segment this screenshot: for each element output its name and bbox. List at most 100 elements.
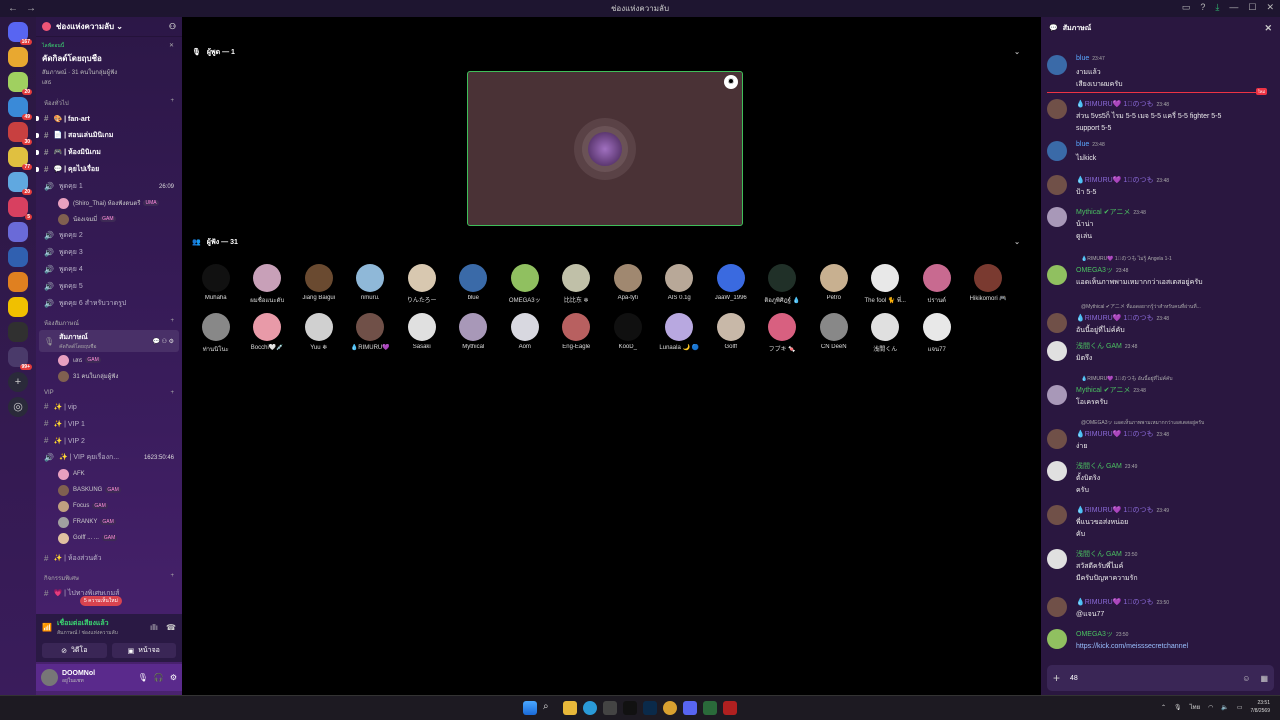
server-icon[interactable]: 49: [8, 97, 32, 120]
audience-member[interactable]: KooD_: [602, 309, 654, 358]
server-icon[interactable]: [8, 247, 28, 267]
audience-member[interactable]: 💧RIMURU💜: [345, 309, 397, 358]
settings-gear-icon[interactable]: ⚙: [170, 673, 177, 682]
message-author[interactable]: Mythical ✔アニメ: [1076, 387, 1130, 394]
audience-member[interactable]: ท่านนิโนะ: [190, 309, 242, 358]
avatar[interactable]: [41, 669, 58, 686]
avatar[interactable]: [1047, 141, 1067, 161]
audience-member[interactable]: blue: [448, 260, 500, 309]
voice-user[interactable]: Focus GAM: [36, 498, 182, 514]
audience-member[interactable]: Bocchi🤍💉: [242, 309, 294, 358]
windows-start-icon[interactable]: [523, 701, 537, 715]
message-author[interactable]: blue: [1076, 141, 1089, 148]
maximize-icon[interactable]: ☐: [1248, 2, 1256, 13]
composer-input[interactable]: 48: [1070, 675, 1078, 682]
voice-user[interactable]: น้องเจมมี่ GAM: [36, 211, 182, 227]
audience-member[interactable]: แจน77: [911, 309, 963, 358]
message-author[interactable]: Mythical ✔アニメ: [1076, 209, 1130, 216]
audience-member[interactable]: Golff: [705, 309, 757, 358]
audience-member[interactable]: 比比东 ❄: [551, 260, 603, 309]
server-icon[interactable]: 30: [8, 122, 32, 145]
app-icon[interactable]: [703, 701, 717, 715]
wifi-icon[interactable]: ◠: [1208, 704, 1213, 711]
audience-member[interactable]: ติอภูพิศิฎฐ์ 💧: [757, 260, 809, 309]
audience-member[interactable]: Mythical: [448, 309, 500, 358]
reply-preview[interactable]: @Mythical ✔アニメ ที่แอดอยากรู้ว่าสำหรับคนท…: [1081, 303, 1201, 311]
chat-message[interactable]: 浅間くん GAM 23:48 มิตรึง: [1047, 341, 1275, 365]
text-channel[interactable]: # 📄 | สอนเล่นมินิเกม: [36, 127, 182, 144]
audience-member[interactable]: AIS 0.1g: [654, 260, 706, 309]
minimize-icon[interactable]: —: [1229, 2, 1238, 13]
chat-message[interactable]: OMEGA3ッ 23:50 https://kick.com/meisssecret…: [1047, 629, 1275, 653]
chat-message[interactable]: blue 23:47 งามแล้ว เสียงเบาผมครับ: [1047, 55, 1275, 91]
server-icon[interactable]: [8, 272, 28, 292]
text-channel[interactable]: # 🎨 | fan-art: [36, 110, 182, 127]
search-icon[interactable]: ⌕: [543, 701, 557, 715]
audience-member[interactable]: ผมชื่อแนะดับ: [242, 260, 294, 309]
chat-message[interactable]: @OMEGA3ッ แอดเห็นภาพพามเหมากกว่าเอสเตสอยู…: [1047, 420, 1275, 453]
store-icon[interactable]: [603, 701, 617, 715]
add-member-icon[interactable]: ⚇: [169, 22, 176, 31]
text-channel[interactable]: # 🎮 | ห้องมินิเกม: [36, 144, 182, 161]
reply-preview[interactable]: 💧RIMURU💜 1⃣のつも อันนี้อยู่ที่ไม่ค์คับ: [1081, 375, 1173, 383]
message-author[interactable]: 浅間くん GAM: [1076, 551, 1122, 558]
chat-message[interactable]: @Mythical ✔アニメ ที่แอดอยากรู้ว่าสำหรับคนท…: [1047, 304, 1275, 337]
chat-message[interactable]: 浅間くん GAM 23:50 สวัสดีครับพี่ไมค์ มีครับปัญห…: [1047, 549, 1275, 585]
audience-member[interactable]: CN DeeN: [808, 309, 860, 358]
vip-channel[interactable]: # ✨ | VIP 2: [36, 432, 182, 449]
audience-member[interactable]: Muhaha: [190, 260, 242, 309]
avatar[interactable]: [1047, 385, 1067, 405]
file-explorer-icon[interactable]: [563, 701, 577, 715]
vip-channel[interactable]: # ✨ | vip: [36, 398, 182, 415]
live-event[interactable]: ไลฟ์ตอนนี้ คัดกิลด์โดยฤบชือ สัมภาษณ์ · 3…: [36, 37, 182, 92]
app-icon[interactable]: [723, 701, 737, 715]
add-server-icon[interactable]: +: [8, 372, 28, 392]
clock[interactable]: 23:51 7/8/2569: [1251, 699, 1270, 715]
audience-member[interactable]: rimuru.: [345, 260, 397, 309]
reply-preview[interactable]: @OMEGA3ッ แอดเห็นภาพพามเหมากกว่าเอสเตสอยู…: [1081, 419, 1204, 427]
emoji-icon[interactable]: ☺: [1242, 674, 1250, 683]
avatar[interactable]: [1047, 429, 1067, 449]
chat-message[interactable]: 💧RIMURU💜 1⃣のつも ไม่รู้ Angela 1-1 OMEGA3ッ 2…: [1047, 256, 1275, 289]
category-vip[interactable]: VIP +: [36, 384, 182, 398]
server-header[interactable]: ช่องแห่งความลับ ⌄ ⚇: [36, 17, 182, 37]
server-icon[interactable]: 5: [8, 197, 32, 220]
avatar[interactable]: [1047, 341, 1067, 361]
headphones-icon[interactable]: 🎧: [154, 673, 164, 682]
private-channel[interactable]: # ✨ | ห้องส่วนตัว: [36, 550, 182, 567]
close-icon[interactable]: ✕: [1264, 23, 1272, 34]
chevron-down-icon[interactable]: ⌄: [1014, 238, 1020, 246]
avatar[interactable]: [1047, 99, 1067, 119]
speakers-header[interactable]: 🎙 ผู้พูด — 1 ⌄: [182, 44, 1036, 60]
audience-member[interactable]: りんたろー: [396, 260, 448, 309]
stage-channel[interactable]: 🎙 สัมภาษณ์ คัดกิลด์โดยฤบชือ 💬 ⚇ ⚙: [39, 330, 179, 352]
message-author[interactable]: 💧RIMURU💜 1⃣のつも: [1076, 507, 1154, 514]
audience-member[interactable]: フブキ 🍬: [757, 309, 809, 358]
server-icon[interactable]: 167: [8, 22, 32, 45]
audience-member[interactable]: Apà-tyti: [602, 260, 654, 309]
voice-user[interactable]: Golff ... ... GAM: [36, 530, 182, 546]
audience-header[interactable]: 👥 ผู้ฟัง — 31 ⌄: [182, 234, 1036, 250]
message-author[interactable]: 💧RIMURU💜 1⃣のつも: [1076, 177, 1154, 184]
add-channel-icon[interactable]: +: [170, 98, 174, 108]
audience-member[interactable]: Aom: [499, 309, 551, 358]
volume-icon[interactable]: 🔈: [1221, 704, 1228, 711]
tiktok-icon[interactable]: [623, 701, 637, 715]
attach-plus-icon[interactable]: +: [1053, 671, 1060, 685]
voice-user[interactable]: (Shiro_Thai) ห้องฟังดนตรี UMA: [36, 195, 182, 211]
close-icon[interactable]: ✕: [169, 42, 174, 49]
voice-user[interactable]: AFK: [36, 466, 182, 482]
battery-icon[interactable]: ▭: [1237, 704, 1243, 711]
avatar[interactable]: [1047, 461, 1067, 481]
message-author[interactable]: 💧RIMURU💜 1⃣のつも: [1076, 101, 1154, 108]
message-author[interactable]: 💧RIMURU💜 1⃣のつも: [1076, 431, 1154, 438]
explore-icon[interactable]: ◎: [8, 397, 28, 417]
audience-member[interactable]: The fool 🐈 พี่...: [860, 260, 912, 309]
category-general[interactable]: ห้องทั่วไป +: [36, 92, 182, 110]
message-author[interactable]: 💧RIMURU💜 1⃣のつも: [1076, 315, 1154, 322]
avatar[interactable]: [1047, 175, 1067, 195]
audience-member[interactable]: Hikikomori 🎮: [963, 260, 1015, 309]
text-channel[interactable]: # 💬 | คุยไปเรื่อย: [36, 161, 182, 178]
avatar[interactable]: [1047, 505, 1067, 525]
download-icon[interactable]: ⤓: [1215, 2, 1219, 13]
